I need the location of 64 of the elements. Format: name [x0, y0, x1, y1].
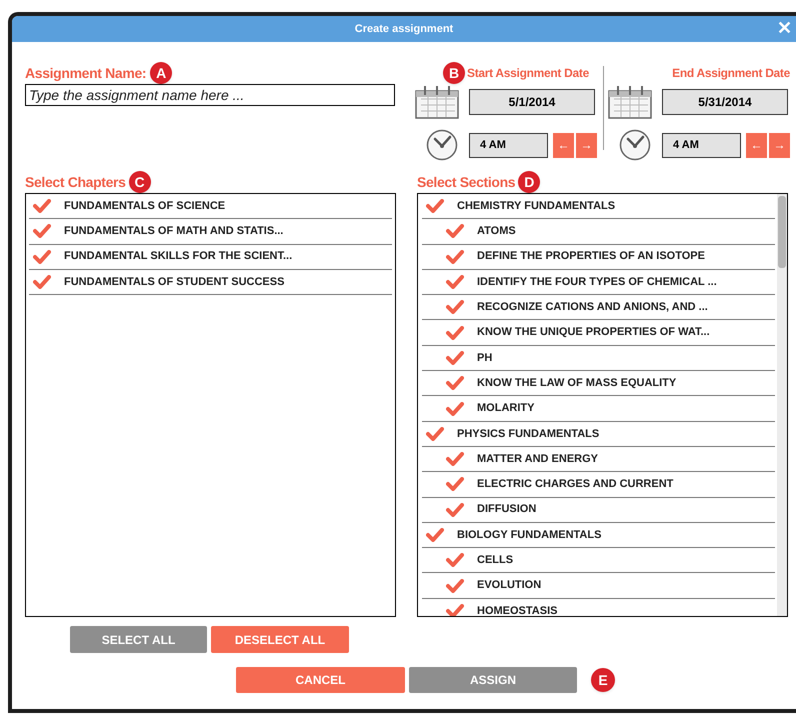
checkmark-icon[interactable]	[33, 275, 51, 290]
checkmark-icon[interactable]	[446, 275, 464, 290]
field-label: Assignment Name:	[25, 64, 146, 83]
date-label: End Assignment Date	[672, 65, 790, 82]
section-item[interactable]: KNOW THE UNIQUE PROPERTIES OF WAT...	[477, 324, 710, 341]
checkmark-icon[interactable]	[446, 477, 464, 492]
checkmark-icon[interactable]	[446, 502, 464, 517]
section-label: Select Sections	[417, 172, 516, 192]
checkmark-icon[interactable]	[446, 326, 464, 340]
section-item[interactable]: MATTER AND ENERGY	[477, 450, 598, 468]
checkmark-icon[interactable]	[446, 224, 464, 238]
checkmark-icon[interactable]	[446, 553, 464, 568]
checkmark-icon[interactable]	[426, 528, 444, 542]
section-item[interactable]: RECOGNIZE CATIONS AND ANIONS, AND ...	[477, 299, 708, 316]
calendar-icon[interactable]	[608, 85, 652, 119]
chapter-item[interactable]: FUNDAMENTAL SKILLS FOR THE SCIENT...	[64, 248, 292, 265]
section-item[interactable]: IDENTIFY THE FOUR TYPES OF CHEMICAL ...	[477, 274, 717, 290]
section-item[interactable]: DEFINE THE PROPERTIES OF AN ISOTOPE	[477, 248, 705, 265]
scrollbar[interactable]	[777, 194, 787, 616]
section-item[interactable]: CELLS	[477, 552, 514, 569]
callout-badge: B	[443, 62, 465, 84]
checkmark-icon[interactable]	[446, 402, 464, 416]
section-item[interactable]: ELECTRIC CHARGES AND CURRENT	[477, 476, 674, 493]
checkmark-icon[interactable]	[446, 578, 464, 593]
assignment-name-input[interactable]: Type the assignment name here ...	[25, 84, 395, 106]
date-field[interactable]: 5/31/2014	[662, 89, 788, 115]
chapter-item[interactable]: FUNDAMENTALS OF STUDENT SUCCESS	[64, 274, 284, 290]
checkmark-icon[interactable]	[446, 300, 464, 314]
scrollbar-thumb[interactable]	[778, 196, 786, 268]
section-group-item[interactable]: CHEMISTRY FUNDAMENTALS	[457, 198, 616, 214]
section-group-item[interactable]: PHYSICS FUNDAMENTALS	[457, 426, 600, 442]
clock-icon[interactable]	[619, 129, 651, 161]
section-group-item[interactable]: BIOLOGY FUNDAMENTALS	[457, 526, 602, 544]
checkmark-icon[interactable]	[33, 224, 51, 238]
section-item[interactable]: PH	[477, 350, 492, 366]
callout-badge: E	[591, 668, 615, 692]
checkmark-icon[interactable]	[33, 250, 51, 264]
time-field[interactable]: 4 AM	[662, 132, 741, 158]
section-label: Select Chapters	[25, 172, 126, 192]
chapter-item[interactable]: FUNDAMENTALS OF MATH AND STATIS...	[64, 223, 284, 240]
section-item[interactable]: DIFFUSION	[477, 501, 536, 518]
checkmark-icon[interactable]	[446, 350, 464, 365]
date-field[interactable]: 5/1/2014	[469, 89, 595, 115]
calendar-icon[interactable]	[415, 85, 459, 119]
clock-icon[interactable]	[426, 129, 458, 161]
chapter-item[interactable]: FUNDAMENTALS OF SCIENCE	[64, 198, 226, 214]
section-item[interactable]: EVOLUTION	[477, 577, 542, 594]
checkmark-icon[interactable]	[446, 376, 464, 390]
checkmark-icon[interactable]	[33, 199, 51, 214]
section-item[interactable]: KNOW THE LAW OF MASS EQUALITY	[477, 374, 676, 392]
callout-badge: D	[518, 171, 540, 193]
checkmark-icon[interactable]	[446, 604, 464, 616]
section-item[interactable]: HOMEOSTASIS	[477, 603, 558, 616]
checkmark-icon[interactable]	[446, 452, 464, 466]
callout-badge: C	[128, 171, 151, 193]
checkmark-icon[interactable]	[446, 250, 464, 264]
time-field[interactable]: 4 AM	[469, 132, 548, 158]
checkmark-icon[interactable]	[426, 426, 444, 441]
window-title: Create assignment	[354, 22, 454, 37]
section-item[interactable]: MOLARITY	[477, 400, 534, 417]
date-label: Start Assignment Date	[467, 65, 589, 82]
checkmark-icon[interactable]	[426, 199, 444, 214]
section-item[interactable]: ATOMS	[477, 223, 516, 240]
callout-badge: A	[150, 62, 172, 84]
